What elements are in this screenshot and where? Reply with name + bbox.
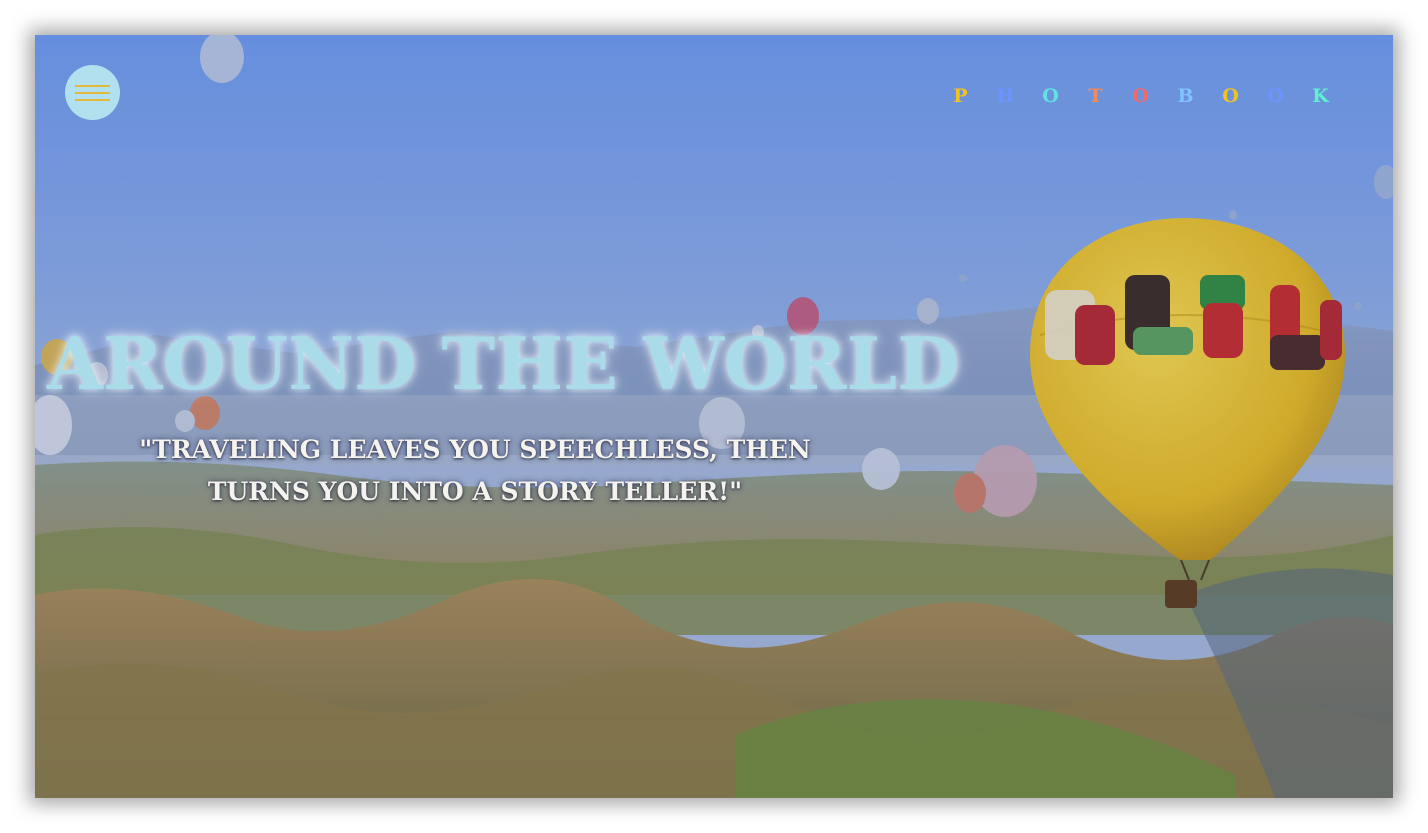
hero-title: AROUND THE WORLD <box>47 321 960 406</box>
site-logo-photobook[interactable]: PHOTOBOOK <box>938 85 1343 107</box>
logo-letter: K <box>1312 85 1329 107</box>
background-landscape-image <box>35 35 1393 798</box>
logo-letter: H <box>996 85 1015 107</box>
hamburger-line-3 <box>75 99 110 101</box>
hamburger-line-2 <box>75 92 110 94</box>
logo-letter: O <box>1222 85 1239 107</box>
hero-banner: P H O T O B O O K AROUND THE WORLD "TRAVELING LE… <box>35 35 1393 798</box>
logo-letter: O <box>1132 85 1149 107</box>
logo-letter: T <box>1088 85 1103 107</box>
hamburger-menu-button[interactable] <box>65 65 120 120</box>
logo-letter: B <box>1177 85 1194 107</box>
hamburger-menu-icon <box>75 85 110 87</box>
logo-letter: O <box>1267 85 1284 107</box>
logo-letter: O <box>1042 85 1059 107</box>
hero-quote: "TRAVELING LEAVES YOU SPEECHLESS, THEN T… <box>139 435 811 506</box>
logo-letter: P <box>953 85 968 107</box>
